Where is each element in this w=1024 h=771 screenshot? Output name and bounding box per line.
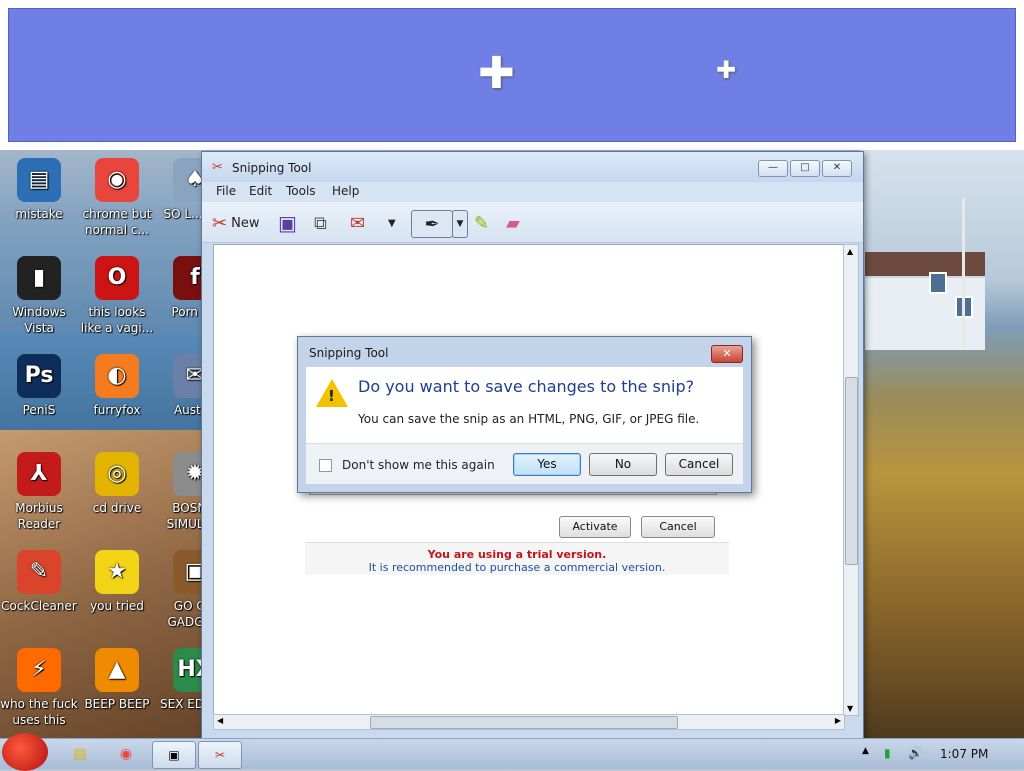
desktop-icon-image: ▮ xyxy=(17,256,61,300)
trial-text: You are using a trial version. xyxy=(427,548,607,561)
wallpaper-house xyxy=(865,252,985,350)
snipping-tool-app-icon: ✂ xyxy=(212,160,223,175)
move-cursor-icon: ✚ xyxy=(478,48,515,99)
desktop-icon-label: mistake xyxy=(15,207,63,221)
av-cancel-button: Cancel xyxy=(641,516,715,538)
dialog-body: ! Do you want to save changes to the sni… xyxy=(306,367,743,443)
menu-help[interactable]: Help xyxy=(332,184,359,198)
desktop-icon[interactable]: Ps PeniS xyxy=(0,354,78,418)
desktop-icon-label: BEEP BEEP xyxy=(84,697,150,711)
desktop-icon-label: CockCleaner xyxy=(1,599,77,613)
pen-icon[interactable]: ✒ xyxy=(411,210,453,238)
chrome-taskbar-icon[interactable]: ◉ xyxy=(106,742,146,766)
eraser-icon[interactable]: ▰ xyxy=(506,210,520,236)
snip-selection-overlay[interactable]: ✚ ✚ xyxy=(0,0,1024,150)
desktop-icon[interactable]: ◐ furryfox xyxy=(78,354,156,418)
no-button[interactable]: No xyxy=(589,453,657,476)
highlighter-icon[interactable]: ✎ xyxy=(474,210,489,236)
desktop-icon[interactable]: ⅄ Morbius Reader xyxy=(0,452,78,532)
cancel-button[interactable]: Cancel xyxy=(665,453,733,476)
new-snip-button[interactable]: ✂ New xyxy=(212,210,259,236)
dialog-heading: Do you want to save changes to the snip? xyxy=(358,377,695,396)
desktop-icon[interactable]: ✎ CockCleaner xyxy=(0,550,78,614)
desktop-icon-image: ⚡ xyxy=(17,648,61,692)
move-cursor-icon-small: ✚ xyxy=(716,56,737,84)
new-snip-label: New xyxy=(231,215,260,231)
save-changes-dialog[interactable]: Snipping Tool ✕ ! Do you want to save ch… xyxy=(297,336,752,493)
menu-tools[interactable]: Tools xyxy=(286,184,316,198)
desktop-icon[interactable]: ▤ mistake xyxy=(0,158,78,222)
desktop-icon-image: Ps xyxy=(17,354,61,398)
dont-show-again-label[interactable]: Don't show me this again xyxy=(342,458,495,472)
desktop-icon-label: chrome but normal c... xyxy=(82,207,152,237)
desktop-icon-image: ▲ xyxy=(95,648,139,692)
trial-notice: You are using a trial version. It is rec… xyxy=(305,542,729,575)
desktop-icon-label: who the fuck uses this xyxy=(0,697,78,727)
desktop-icon[interactable]: ◎ cd drive xyxy=(78,452,156,516)
dialog-title: Snipping Tool xyxy=(309,346,389,360)
explorer-taskbar-icon[interactable]: ▤ xyxy=(60,742,100,766)
desktop-icon-label: cd drive xyxy=(92,501,142,515)
horizontal-scroll-thumb[interactable] xyxy=(370,716,678,729)
desktop-icon[interactable]: ◉ chrome but normal c... xyxy=(78,158,156,238)
vertical-scroll-thumb[interactable] xyxy=(845,377,858,565)
scissors-icon: ✂ xyxy=(212,212,228,234)
desktop-icon-image: ✎ xyxy=(17,550,61,594)
start-button[interactable] xyxy=(2,733,48,771)
desktop-icon-image: ★ xyxy=(95,550,139,594)
warning-mark: ! xyxy=(328,387,335,405)
dialog-footer: Don't show me this again Yes No Cancel xyxy=(306,443,743,484)
send-snip-icon[interactable]: ✉ xyxy=(350,210,365,236)
dialog-close-button[interactable]: ✕ xyxy=(711,345,743,363)
dont-show-again-checkbox[interactable] xyxy=(319,459,332,472)
maximize-button[interactable]: □ xyxy=(790,160,820,177)
vertical-scrollbar[interactable]: ▲ ▼ xyxy=(843,244,859,716)
desktop-wallpaper-right xyxy=(860,150,1024,740)
snipping-tool-taskbar-button[interactable]: ✂ xyxy=(198,741,242,769)
taskbar-window-button[interactable]: ▣ xyxy=(152,741,196,769)
desktop-icon-label: you tried xyxy=(90,599,144,613)
toolbar: ✂ New ▣ ⧉ ✉ ▼ ✒ ▼ ✎ ▰ xyxy=(202,202,863,243)
taskbar: ▤ ◉ ▣ ✂ ▲ ▮ 🔊 1:07 PM xyxy=(0,733,1024,771)
desktop-icon-label: Windows Vista xyxy=(12,305,66,335)
recommend-text: It is recommended to purchase a commerci… xyxy=(368,561,666,574)
wallpaper-flagpole xyxy=(962,198,965,348)
menu-edit[interactable]: Edit xyxy=(249,184,272,198)
desktop-icon-image: ◉ xyxy=(95,158,139,202)
desktop-icon[interactable]: ⚡ who the fuck uses this xyxy=(0,648,78,728)
desktop-icon-image: ◐ xyxy=(95,354,139,398)
dialog-subtext: You can save the snip as an HTML, PNG, G… xyxy=(358,412,700,426)
snipping-tool-title: Snipping Tool xyxy=(232,161,312,175)
tray-up-arrow-icon[interactable]: ▲ xyxy=(862,746,869,756)
battery-icon[interactable]: ▮ xyxy=(884,746,891,760)
activate-button: Activate xyxy=(559,516,631,538)
copy-icon[interactable]: ⧉ xyxy=(314,210,327,236)
send-dropdown-arrow-icon[interactable]: ▼ xyxy=(388,210,396,236)
volume-icon[interactable]: 🔊 xyxy=(908,746,923,760)
desktop-icon-image: O xyxy=(95,256,139,300)
desktop-icon[interactable]: ★ you tried xyxy=(78,550,156,614)
desktop-icon[interactable]: ▮ Windows Vista xyxy=(0,256,78,336)
desktop-icon-image: ◎ xyxy=(95,452,139,496)
desktop-icon-label: PeniS xyxy=(22,403,56,417)
snipping-tool-titlebar[interactable]: ✂ Snipping Tool — □ ✕ xyxy=(202,152,863,182)
menu-file[interactable]: File xyxy=(216,184,236,198)
desktop-icon-label: this looks like a vagi... xyxy=(80,305,154,335)
menu-bar: File Edit Tools Help xyxy=(202,182,863,202)
desktop-icon[interactable]: ▲ BEEP BEEP xyxy=(78,648,156,712)
clock[interactable]: 1:07 PM xyxy=(940,747,988,761)
yes-button[interactable]: Yes xyxy=(513,453,581,476)
horizontal-scrollbar[interactable]: ◀ ▶ xyxy=(213,714,845,730)
desktop-icon[interactable]: Othis looks like a vagi... xyxy=(78,256,156,336)
save-snip-icon[interactable]: ▣ xyxy=(278,210,297,236)
minimize-button[interactable]: — xyxy=(758,160,788,177)
desktop-icon-label: furryfox xyxy=(93,403,141,417)
desktop-icon-image: ⅄ xyxy=(17,452,61,496)
pen-dropdown-arrow-icon[interactable]: ▼ xyxy=(452,210,468,238)
desktop-icon-label: Morbius Reader xyxy=(15,501,63,531)
close-button[interactable]: ✕ xyxy=(822,160,852,177)
desktop-icon-image: ▤ xyxy=(17,158,61,202)
